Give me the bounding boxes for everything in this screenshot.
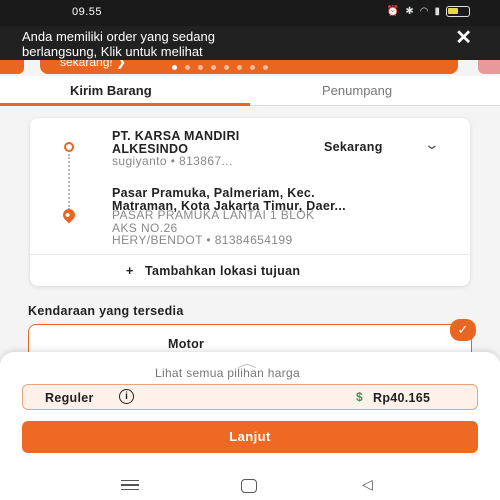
card-divider: [30, 254, 470, 255]
route-card: PT. KARSA MANDIRI ALKESINDO sugiyanto • …: [30, 118, 470, 286]
origin-name[interactable]: PT. KARSA MANDIRI ALKESINDO: [112, 130, 312, 156]
carousel-dot: [263, 65, 268, 70]
origin-pin-icon: [64, 142, 74, 152]
next-button[interactable]: Lanjut: [22, 421, 478, 453]
carousel-dot: [185, 65, 190, 70]
chevron-down-icon[interactable]: ⌄: [424, 136, 440, 153]
status-time: 09.55: [72, 6, 103, 18]
wifi-icon: ◠: [419, 6, 429, 17]
promo-card-text: sekarang! ❯: [60, 60, 127, 69]
plus-icon: +: [126, 264, 134, 278]
promo-card-prev[interactable]: [0, 60, 24, 74]
see-all-prices-link[interactable]: Lihat semua pilihan harga: [155, 366, 300, 380]
tab-divider: [250, 105, 500, 106]
cash-icon: $: [356, 390, 363, 404]
carousel-dot: [224, 65, 229, 70]
add-destination-button[interactable]: + Tambahkan lokasi tujuan: [126, 264, 300, 278]
alarm-icon: ⏰: [386, 6, 400, 17]
carousel-dot: [172, 65, 177, 70]
vehicle-name: Motor: [168, 337, 205, 351]
carousel-dots: [172, 65, 268, 70]
destination-contact: HERY/BENDOT • 81384654199: [112, 233, 293, 247]
destination-detail-line-1: PASAR PRAMUKA LANTAI 1 BLOK: [112, 208, 315, 222]
destination-pin-icon: [60, 206, 78, 224]
tab-penumpang[interactable]: Penumpang: [322, 83, 392, 98]
ongoing-order-banner[interactable]: Anda memiliki order yang sedang berlangs…: [0, 26, 500, 60]
recent-apps-icon[interactable]: [121, 480, 139, 490]
status-bar: 09.55 ⏰ ✱ ◠ ▮: [0, 0, 500, 26]
system-nav-bar: ◁: [0, 470, 500, 500]
add-destination-label: Tambahkan lokasi tujuan: [144, 264, 301, 278]
vehicles-title: Kendaraan yang tersedia: [28, 304, 184, 318]
destination-detail: PASAR PRAMUKA LANTAI 1 BLOK AKS NO.26: [112, 209, 452, 234]
bluetooth-icon: ✱: [405, 6, 414, 17]
carousel-dot: [250, 65, 255, 70]
status-icons: ⏰ ✱ ◠ ▮: [387, 6, 470, 17]
promo-card-next[interactable]: [478, 60, 500, 74]
carousel-dot: [198, 65, 203, 70]
origin-contact: sugiyanto • 813867...: [112, 154, 233, 168]
carousel-dot: [211, 65, 216, 70]
close-icon[interactable]: ✕: [455, 28, 472, 48]
price-value: Rp40.165: [373, 391, 431, 405]
signal-icon: ▮: [434, 6, 440, 17]
route-line: [68, 154, 70, 210]
banner-line-1: Anda memiliki order yang sedang: [22, 29, 215, 44]
info-icon[interactable]: i: [119, 389, 134, 404]
price-option-label: Reguler: [45, 391, 94, 405]
banner-line-2: berlangsung, Klik untuk melihat: [22, 44, 203, 59]
tab-kirim-barang[interactable]: Kirim Barang: [70, 83, 152, 98]
service-tabs: Kirim Barang Penumpang: [0, 76, 500, 106]
battery-icon: [446, 6, 470, 17]
app-screen: 09.55 ⏰ ✱ ◠ ▮ Anda memiliki order yang s…: [0, 0, 500, 500]
check-icon: ✓: [450, 319, 476, 341]
active-tab-indicator: [0, 103, 250, 106]
home-icon[interactable]: [241, 479, 257, 493]
carousel-dot: [237, 65, 242, 70]
price-option-reguler[interactable]: Reguler i $ Rp40.165: [22, 384, 478, 410]
promo-carousel[interactable]: sekarang! ❯: [0, 60, 500, 76]
schedule-select[interactable]: Sekarang: [324, 140, 383, 154]
back-icon[interactable]: ◁: [362, 476, 373, 493]
